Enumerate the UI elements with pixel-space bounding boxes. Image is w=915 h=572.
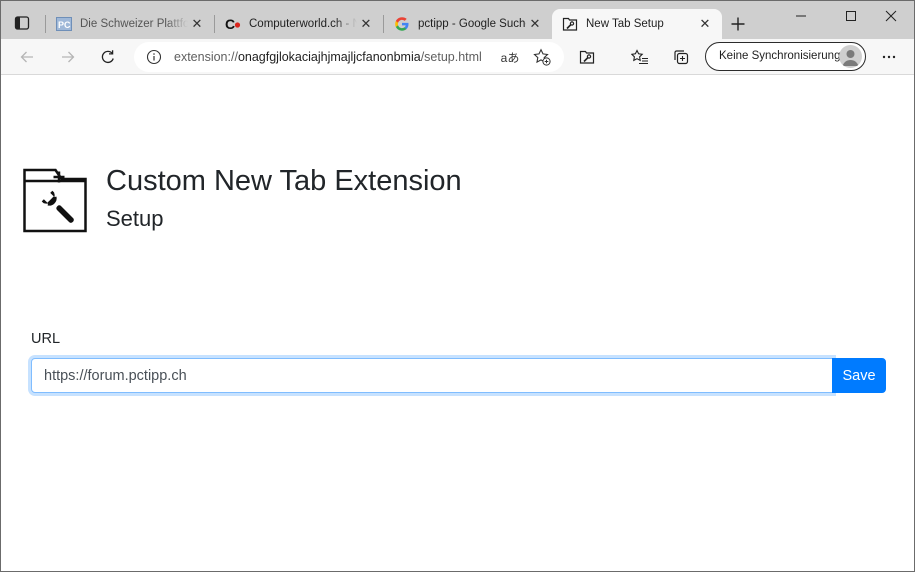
- tab-title: New Tab Setup: [586, 18, 664, 30]
- plus-icon: [731, 17, 745, 31]
- browser-toolbar: extension://onagfgjlokaciajhjmajljcfanon…: [1, 39, 914, 75]
- sync-button[interactable]: Keine Synchronisierung: [705, 42, 866, 71]
- close-tab-icon[interactable]: ✕: [696, 15, 714, 33]
- computerworld-icon: C: [225, 16, 241, 32]
- page-subtitle: Setup: [106, 206, 164, 231]
- page-content: Custom New Tab Extension Setup URL Save: [1, 76, 914, 571]
- extension-page-icon: [562, 16, 578, 32]
- tab-title: Die Schweizer Plattform: [80, 18, 188, 30]
- url-host: onagfgjlokaciajhjmajljcfanonbmia: [237, 50, 421, 64]
- extension-page-icon: [579, 50, 595, 64]
- close-window-button[interactable]: [868, 1, 914, 31]
- extension-button[interactable]: [573, 43, 601, 71]
- settings-more-button[interactable]: [875, 43, 903, 71]
- close-tab-icon[interactable]: ✕: [188, 15, 206, 33]
- tab-new-tab-setup[interactable]: New Tab Setup ✕: [552, 9, 722, 39]
- tab-pctipp[interactable]: PC Die Schweizer Plattform ✕: [46, 9, 214, 39]
- close-icon: [885, 10, 897, 22]
- address-bar[interactable]: extension://onagfgjlokaciajhjmajljcfanon…: [134, 42, 564, 72]
- page-title: Custom New Tab Extension: [106, 165, 462, 197]
- avatar: [839, 45, 862, 68]
- close-tab-icon[interactable]: ✕: [526, 15, 544, 33]
- extension-setup-logo-icon: [23, 168, 87, 233]
- google-icon: [394, 16, 410, 32]
- favorites-list-icon: [631, 49, 648, 65]
- forward-button[interactable]: [54, 43, 82, 71]
- svg-text:C: C: [225, 16, 235, 32]
- pctipp-icon: PC: [56, 16, 72, 32]
- tab-actions-icon: [14, 16, 30, 30]
- url-path: /setup.html: [420, 50, 482, 64]
- minimize-icon: [796, 15, 806, 17]
- favorites-button[interactable]: [626, 43, 654, 71]
- minimize-button[interactable]: [778, 1, 824, 31]
- tab-computerworld[interactable]: C Computerworld.ch - News ✕: [215, 9, 383, 39]
- back-button[interactable]: [13, 43, 41, 71]
- tab-actions-button[interactable]: [7, 9, 37, 37]
- new-tab-button[interactable]: [724, 10, 752, 38]
- tab-google[interactable]: pctipp - Google Suche ✕: [384, 9, 552, 39]
- sync-label: Keine Synchronisierung: [719, 50, 841, 62]
- save-button[interactable]: Save: [832, 358, 886, 393]
- more-icon: [882, 55, 896, 59]
- tab-title: Computerworld.ch - News: [249, 18, 357, 30]
- url-scheme: extension://: [174, 50, 238, 64]
- read-aloud-icon[interactable]: aあ: [500, 48, 520, 66]
- browser-window: PC Die Schweizer Plattform ✕ C Computerw…: [0, 0, 915, 572]
- maximize-icon: [846, 11, 856, 21]
- arrow-right-icon: [62, 51, 75, 63]
- url-text[interactable]: extension://onagfgjlokaciajhjmajljcfanon…: [174, 50, 486, 64]
- add-favorite-icon[interactable]: [532, 48, 552, 66]
- arrow-left-icon: [20, 51, 33, 63]
- url-label: URL: [31, 331, 61, 347]
- refresh-button[interactable]: [94, 43, 122, 71]
- collections-icon: [674, 50, 689, 65]
- url-input[interactable]: [31, 358, 833, 393]
- tab-strip: PC Die Schweizer Plattform ✕ C Computerw…: [1, 1, 914, 39]
- info-icon[interactable]: [146, 49, 162, 65]
- tab-title: pctipp - Google Suche: [418, 18, 526, 30]
- collections-button[interactable]: [667, 43, 695, 71]
- refresh-icon: [101, 50, 114, 64]
- svg-text:PC: PC: [58, 20, 71, 30]
- close-tab-icon[interactable]: ✕: [357, 15, 375, 33]
